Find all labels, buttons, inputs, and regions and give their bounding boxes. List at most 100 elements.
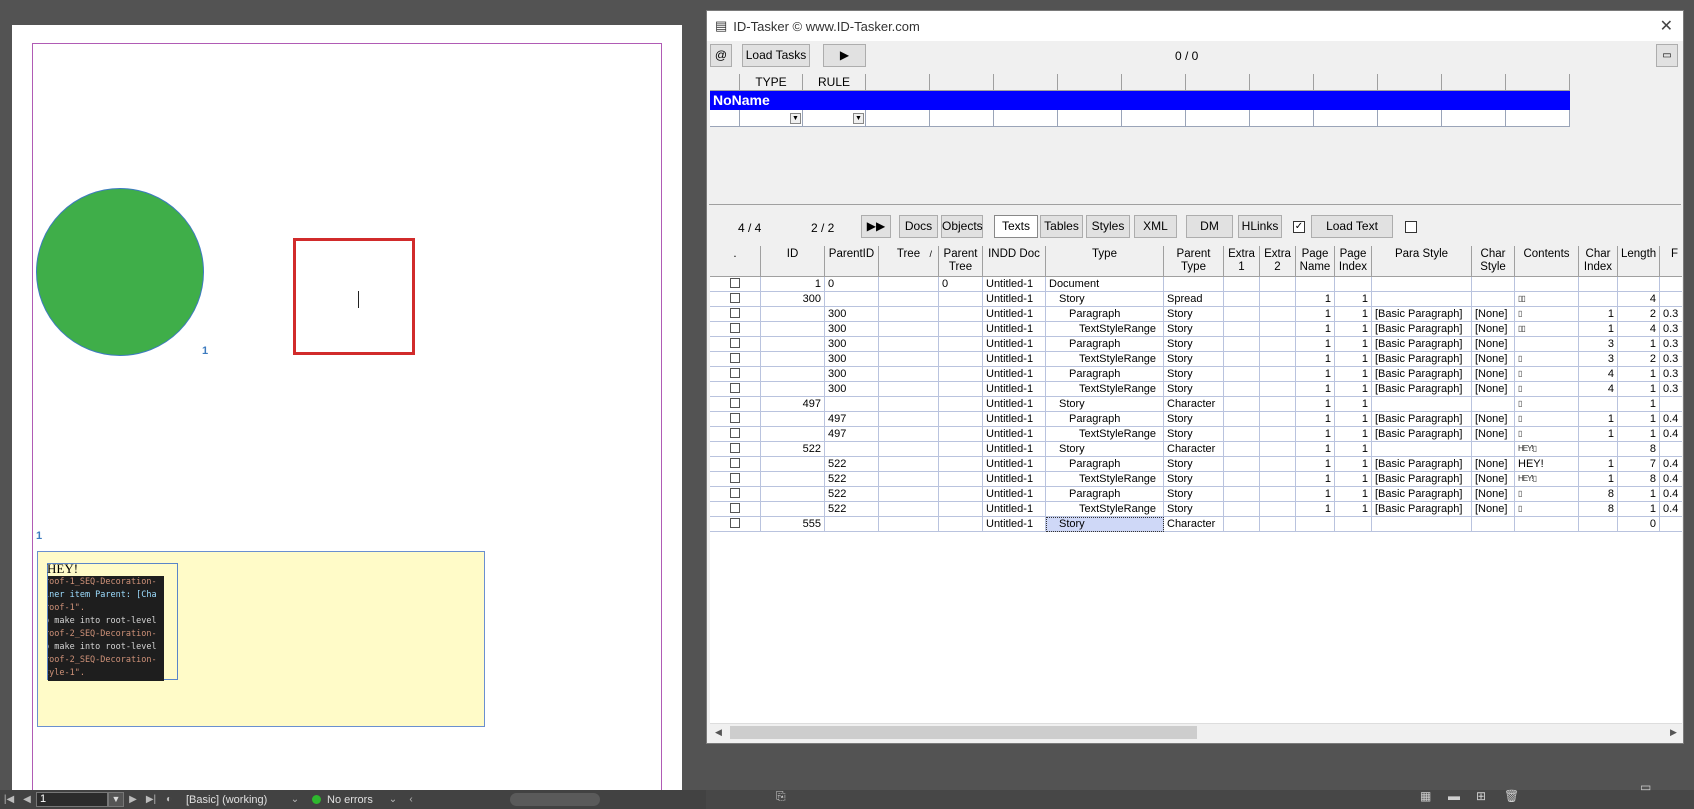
- type-select[interactable]: ▼: [740, 110, 803, 127]
- cell-char-style[interactable]: [None]: [1472, 412, 1515, 427]
- cell-parentid[interactable]: 300: [825, 352, 879, 367]
- row-checkbox-cell[interactable]: [710, 367, 761, 382]
- cell-f[interactable]: 0.3: [1660, 382, 1682, 397]
- cell-indd-doc[interactable]: Untitled-1: [983, 337, 1046, 352]
- cell-tree[interactable]: [879, 472, 939, 487]
- cell-contents[interactable]: [1515, 517, 1579, 532]
- folder-icon[interactable]: ▬: [1448, 789, 1460, 803]
- cell-para-style[interactable]: [Basic Paragraph]: [1372, 487, 1472, 502]
- cell-char-index[interactable]: 4: [1579, 382, 1618, 397]
- chevron-down-icon[interactable]: ⌄: [384, 794, 402, 805]
- cell-indd-doc[interactable]: Untitled-1: [983, 322, 1046, 337]
- cell-id[interactable]: 497: [761, 397, 825, 412]
- cell-contents[interactable]: HEY!▯: [1515, 442, 1579, 457]
- cell-tree[interactable]: [879, 307, 939, 322]
- cell-f[interactable]: 0.3: [1660, 307, 1682, 322]
- cell-extra2[interactable]: [1260, 367, 1296, 382]
- cell-extra2[interactable]: [1260, 397, 1296, 412]
- cell-extra1[interactable]: [1224, 472, 1260, 487]
- cell-char-style[interactable]: [1472, 277, 1515, 292]
- pane-divider[interactable]: [709, 204, 1681, 205]
- col-id-header[interactable]: ID: [761, 246, 825, 277]
- col-f-header[interactable]: F: [1660, 246, 1682, 277]
- cell-parentid[interactable]: [825, 442, 879, 457]
- table-row[interactable]: 300 Untitled-1 Paragraph Story 1 1 [Basic Para…: [710, 307, 1682, 322]
- cell-indd-doc[interactable]: Untitled-1: [983, 457, 1046, 472]
- cell-indd-doc[interactable]: Untitled-1: [983, 382, 1046, 397]
- last-page-icon[interactable]: ▶|: [142, 794, 160, 805]
- cell-extra1[interactable]: [1224, 487, 1260, 502]
- cell-extra2[interactable]: [1260, 412, 1296, 427]
- cell-char-index[interactable]: 8: [1579, 487, 1618, 502]
- fast-forward-button[interactable]: ▶▶: [861, 215, 891, 238]
- cell-parent-tree[interactable]: [939, 307, 983, 322]
- cell-contents[interactable]: ▯: [1515, 397, 1579, 412]
- cell-char-index[interactable]: 1: [1579, 412, 1618, 427]
- option-checkbox[interactable]: [1405, 221, 1417, 233]
- tab-dm[interactable]: DM: [1186, 215, 1233, 238]
- cell-length[interactable]: 8: [1618, 472, 1660, 487]
- cell-f[interactable]: 0.3: [1660, 352, 1682, 367]
- task-input-cell[interactable]: [866, 110, 930, 127]
- cell-parent-tree[interactable]: [939, 352, 983, 367]
- row-checkbox-cell[interactable]: [710, 322, 761, 337]
- cell-id[interactable]: [761, 352, 825, 367]
- cell-page-name[interactable]: 1: [1296, 457, 1335, 472]
- cell-page-name[interactable]: 1: [1296, 442, 1335, 457]
- cell-length[interactable]: 1: [1618, 412, 1660, 427]
- cell-page-name[interactable]: 1: [1296, 502, 1335, 517]
- col-type-header[interactable]: Type: [1046, 246, 1164, 277]
- cell-extra1[interactable]: [1224, 397, 1260, 412]
- cell-page-index[interactable]: 1: [1335, 442, 1372, 457]
- inline-image-frame[interactable]: roof-1_SEQ-Decoration- iner item Parent:…: [47, 563, 178, 681]
- cell-parent-tree[interactable]: [939, 502, 983, 517]
- preflight-profile[interactable]: [Basic] (working): [186, 794, 286, 806]
- cell-parentid[interactable]: 522: [825, 457, 879, 472]
- chevron-down-icon[interactable]: ▼: [853, 113, 864, 124]
- cell-page-name[interactable]: 1: [1296, 472, 1335, 487]
- row-checkbox-cell[interactable]: [710, 457, 761, 472]
- cell-f[interactable]: 0.4: [1660, 457, 1682, 472]
- cell-page-name[interactable]: 1: [1296, 427, 1335, 442]
- cell-extra2[interactable]: [1260, 337, 1296, 352]
- col-parent-tree-header[interactable]: Parent Tree: [939, 246, 983, 277]
- cell-extra1[interactable]: [1224, 322, 1260, 337]
- cell-length[interactable]: 2: [1618, 307, 1660, 322]
- cell-type[interactable]: TextStyleRange: [1046, 352, 1164, 367]
- cell-indd-doc[interactable]: Untitled-1: [983, 277, 1046, 292]
- cell-id[interactable]: [761, 367, 825, 382]
- cell-extra2[interactable]: [1260, 427, 1296, 442]
- row-checkbox[interactable]: [730, 443, 740, 453]
- cell-parentid[interactable]: 522: [825, 472, 879, 487]
- cell-tree[interactable]: [879, 367, 939, 382]
- cell-extra1[interactable]: [1224, 457, 1260, 472]
- cell-tree[interactable]: [879, 352, 939, 367]
- cell-indd-doc[interactable]: Untitled-1: [983, 502, 1046, 517]
- cell-length[interactable]: 4: [1618, 292, 1660, 307]
- cell-tree[interactable]: [879, 277, 939, 292]
- cell-f[interactable]: 0.4: [1660, 502, 1682, 517]
- cell-extra1[interactable]: [1224, 382, 1260, 397]
- cell-char-index[interactable]: 3: [1579, 352, 1618, 367]
- tab-tables[interactable]: Tables: [1040, 215, 1083, 238]
- cell-page-index[interactable]: 1: [1335, 487, 1372, 502]
- row-checkbox[interactable]: [730, 458, 740, 468]
- cell-tree[interactable]: [879, 412, 939, 427]
- cell-parent-type[interactable]: Story: [1164, 352, 1224, 367]
- cell-type[interactable]: Story: [1046, 442, 1164, 457]
- cell-page-name[interactable]: 1: [1296, 322, 1335, 337]
- load-text-button[interactable]: Load Text: [1311, 215, 1393, 238]
- cell-f[interactable]: 0.4: [1660, 427, 1682, 442]
- row-checkbox[interactable]: [730, 308, 740, 318]
- cell-parent-tree[interactable]: [939, 367, 983, 382]
- col-char-style-header[interactable]: Char Style: [1472, 246, 1515, 277]
- row-checkbox-cell[interactable]: [710, 382, 761, 397]
- cell-parentid[interactable]: [825, 292, 879, 307]
- col-char-index-header[interactable]: Char Index: [1579, 246, 1618, 277]
- cell-char-style[interactable]: [None]: [1472, 382, 1515, 397]
- cell-f[interactable]: 0.3: [1660, 322, 1682, 337]
- task-input-cell[interactable]: [1314, 110, 1378, 127]
- cell-contents[interactable]: ▯: [1515, 427, 1579, 442]
- task-grid-header-type[interactable]: TYPE: [740, 74, 803, 91]
- cell-parent-type[interactable]: Story: [1164, 307, 1224, 322]
